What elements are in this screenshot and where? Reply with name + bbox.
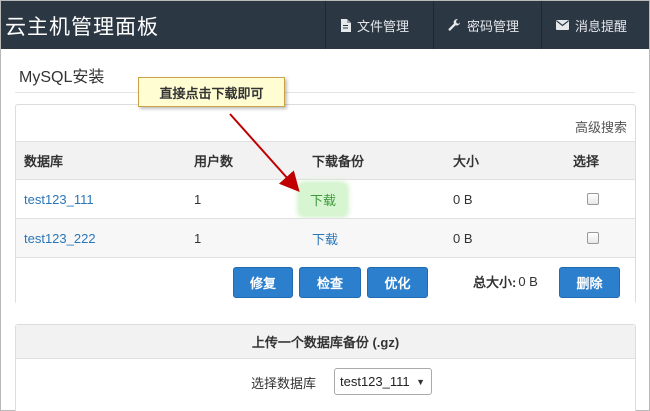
upload-panel-body: 选择数据库 test123_111 ▼ bbox=[16, 359, 635, 411]
select-database-label: 选择数据库 bbox=[251, 376, 317, 391]
database-select[interactable]: test123_111 ▼ bbox=[334, 368, 432, 395]
database-select-value: test123_111 bbox=[340, 374, 410, 389]
annotation-tooltip: 直接点击下载即可 bbox=[138, 77, 285, 107]
upload-panel-title: 上传一个数据库备份 (.gz) bbox=[16, 325, 635, 359]
caret-down-icon: ▼ bbox=[416, 377, 425, 387]
upload-backup-panel: 上传一个数据库备份 (.gz) 选择数据库 test123_111 ▼ bbox=[15, 324, 636, 411]
